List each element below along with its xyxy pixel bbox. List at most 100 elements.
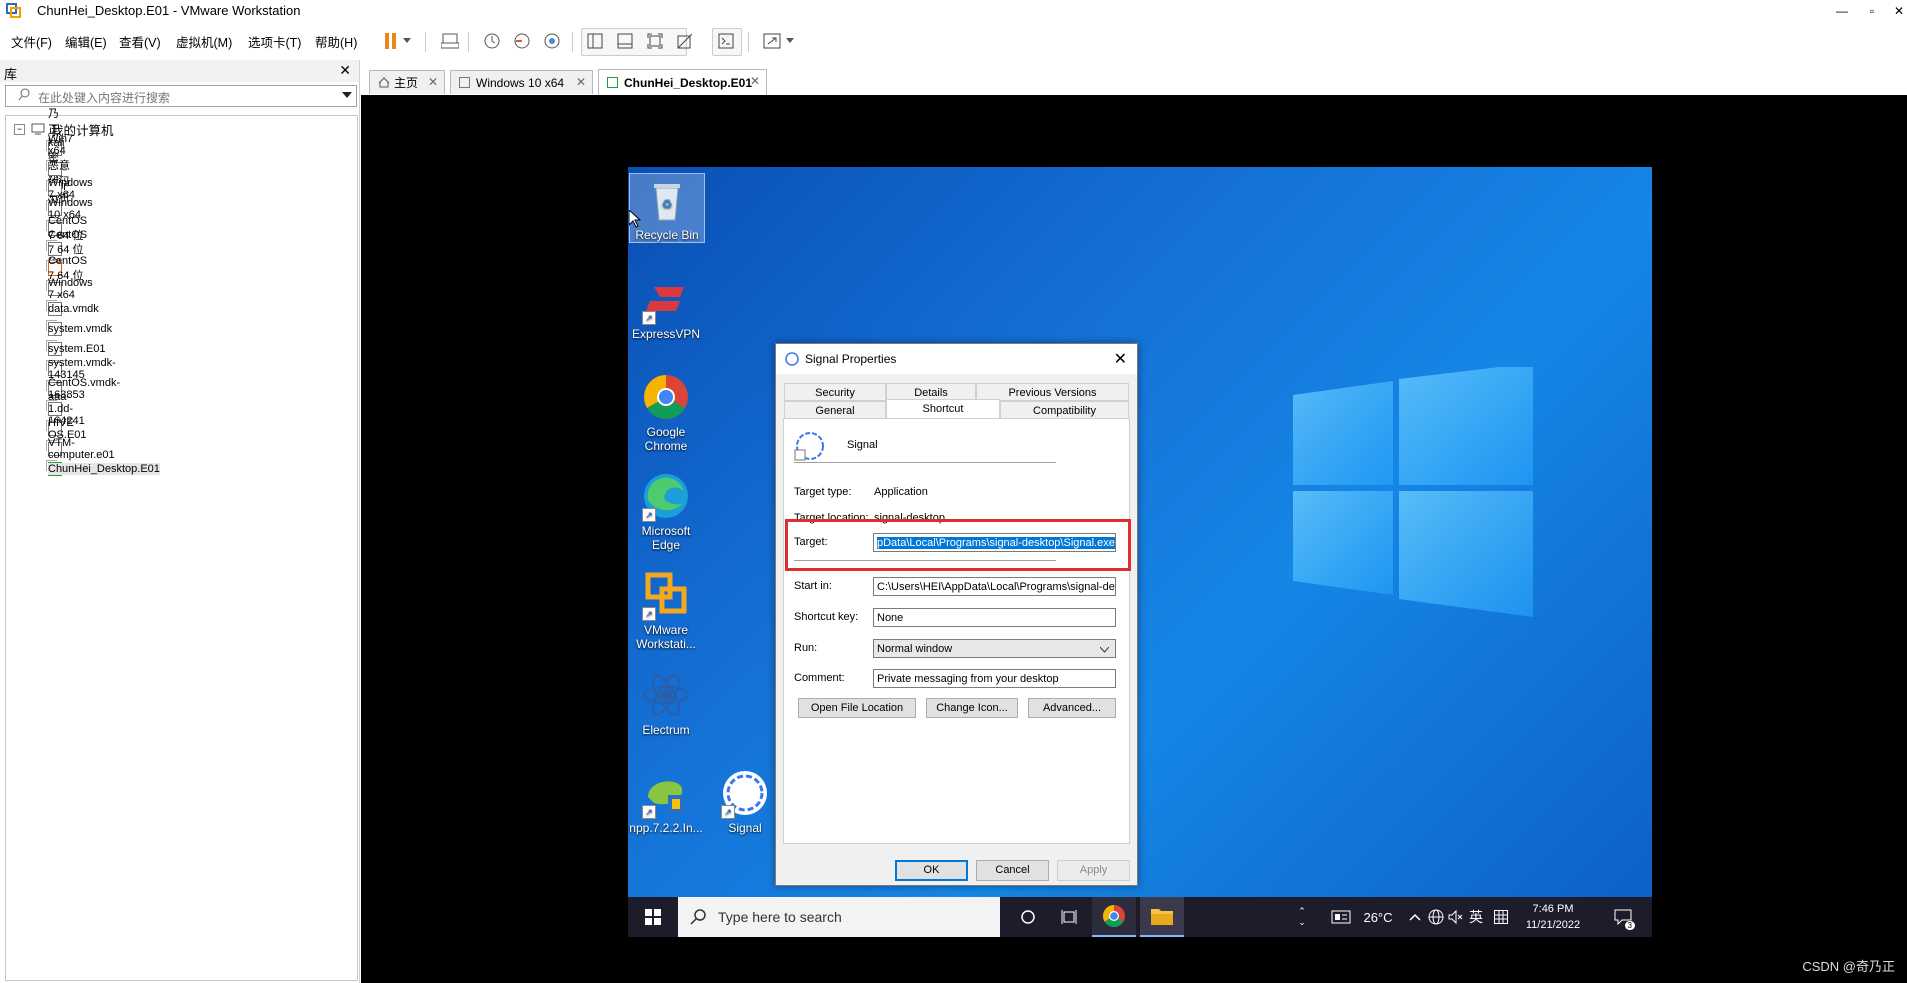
tree-item-vm[interactable]: Win7 x64 恶意代码分析 <box>46 133 73 204</box>
cortana-button[interactable] <box>1008 897 1048 937</box>
target-location-label: Target location: <box>794 512 869 524</box>
taskbar-explorer-button[interactable] <box>1140 897 1184 937</box>
tree-item-vm[interactable]: system.E01 <box>46 340 105 358</box>
tab-compatibility[interactable]: Compatibility <box>1000 401 1129 419</box>
menu-tabs[interactable]: 选项卡(T) <box>248 32 301 51</box>
search-dropdown-icon[interactable] <box>342 92 352 98</box>
tree-item-vm-selected[interactable]: ChunHei_Desktop.E01 <box>46 460 160 478</box>
taskbar-search-input[interactable]: Type here to search <box>678 897 1000 937</box>
desktop-icon-electrum[interactable]: Electrum <box>629 669 703 737</box>
tab-windows10[interactable]: Windows 10 x64 ✕ <box>450 70 593 94</box>
taskbar-chrome-button[interactable] <box>1092 897 1136 937</box>
library-search-input[interactable]: 在此处键入内容进行搜索 <box>5 85 357 107</box>
send-keys-icon[interactable] <box>439 30 461 52</box>
stretch-dropdown-icon[interactable] <box>783 30 797 52</box>
tree-item-vm[interactable]: data.vmdk <box>46 300 99 318</box>
unity-icon[interactable] <box>674 30 696 52</box>
menu-edit[interactable]: 编辑(E) <box>65 32 107 51</box>
open-file-location-button[interactable]: Open File Location <box>798 698 916 718</box>
tree-item-vm[interactable]: CentOS 7 64 位 <box>46 255 87 282</box>
stretch-guest-icon[interactable] <box>761 30 783 52</box>
snapshot-icon[interactable] <box>481 30 503 52</box>
toolbar-separator <box>748 32 749 52</box>
library-close-button[interactable]: ✕ <box>339 62 351 79</box>
cancel-button[interactable]: Cancel <box>976 860 1049 881</box>
collapse-icon[interactable]: − <box>14 123 25 135</box>
close-window-button[interactable]: ✕ <box>1884 0 1907 22</box>
desktop-icon-signal[interactable]: ↗ Signal <box>708 767 782 835</box>
dialog-close-icon[interactable]: ✕ <box>1114 349 1127 369</box>
taskbar-scroll-buttons[interactable]: ⌃ ⌄ <box>1294 897 1310 937</box>
tree-item-vm[interactable]: Windows 7 x64 <box>46 277 93 301</box>
tab-shortcut[interactable]: Shortcut <box>886 399 1000 419</box>
pause-button[interactable] <box>380 30 402 52</box>
tree-item-vm[interactable]: HIVE OS.E01 <box>46 417 87 441</box>
desktop-icon-edge[interactable]: ↗ Microsoft Edge <box>629 470 703 552</box>
temperature-readout[interactable]: 26°C <box>1358 897 1398 937</box>
home-icon <box>378 77 390 88</box>
maximize-button[interactable]: ▫ <box>1857 0 1887 22</box>
clock[interactable]: 7:46 PM 11/21/2022 <box>1518 897 1588 937</box>
run-label: Run: <box>794 642 818 654</box>
change-icon-button[interactable]: Change Icon... <box>926 698 1018 718</box>
tree-item-vm[interactable]: Windows 7 x64 <box>46 177 93 201</box>
menu-help[interactable]: 帮助(H) <box>315 32 357 51</box>
tab-close-icon[interactable]: ✕ <box>576 75 586 89</box>
notification-center-button[interactable]: 3 <box>1608 897 1638 937</box>
signal-icon: ↗ <box>719 767 771 819</box>
desktop-icon-expressvpn[interactable]: ↗ ExpressVPN <box>629 273 703 341</box>
menu-vm[interactable]: 虚拟机(M) <box>176 32 232 51</box>
tab-close-icon[interactable]: ✕ <box>428 75 438 89</box>
guest-taskbar: Type here to search ⌃ ⌄ 26°C 英 7:46 PM 11… <box>628 897 1652 937</box>
menu-view[interactable]: 查看(V) <box>119 32 161 51</box>
network-icon[interactable] <box>1426 897 1446 937</box>
tab-general[interactable]: General <box>784 401 886 419</box>
desktop-icon-vmware[interactable]: ↗ VMware Workstati... <box>629 569 703 651</box>
desktop-icon-notepadpp[interactable]: ↗ npp.7.2.2.In... <box>629 767 703 835</box>
shortcut-key-input[interactable]: None <box>873 608 1116 627</box>
console-view-icon[interactable] <box>715 30 737 52</box>
ime-grid-icon[interactable] <box>1490 897 1512 937</box>
volume-muted-icon[interactable] <box>1446 897 1466 937</box>
start-button[interactable] <box>628 897 678 937</box>
edge-icon: ↗ <box>640 470 692 522</box>
comment-input[interactable]: Private messaging from your desktop <box>873 669 1116 688</box>
search-icon <box>18 88 31 104</box>
tray-overflow-icon[interactable] <box>1406 897 1424 937</box>
advanced-button[interactable]: Advanced... <box>1028 698 1116 718</box>
start-in-input[interactable]: C:\Users\HEI\AppData\Local\Programs\sign… <box>873 577 1116 596</box>
tree-item-vm[interactable]: VTM-computer.e01 <box>46 437 115 461</box>
toolbar-separator <box>425 32 426 52</box>
snapshot-manager-icon[interactable] <box>541 30 563 52</box>
tab-close-icon[interactable]: ✕ <box>750 74 760 88</box>
power-dropdown-icon[interactable] <box>400 30 414 52</box>
run-select[interactable]: Normal window <box>873 639 1116 658</box>
tree-item-vm[interactable]: system.vmdk <box>46 320 112 338</box>
target-input[interactable]: pData\Local\Programs\signal-desktop\Sign… <box>873 533 1116 552</box>
full-screen-icon[interactable] <box>644 30 666 52</box>
thumbnail-bar-icon[interactable] <box>614 30 636 52</box>
ok-button[interactable]: OK <box>895 860 968 881</box>
show-library-icon[interactable] <box>584 30 606 52</box>
clock-time: 7:46 PM <box>1532 903 1574 915</box>
tab-security[interactable]: Security <box>784 383 886 401</box>
signal-icon <box>785 352 799 366</box>
shortcut-key-label: Shortcut key: <box>794 611 859 623</box>
desktop-icon-label: ExpressVPN <box>631 327 701 341</box>
tree-item-vm[interactable]: aaa-1.dd-164241 <box>46 391 85 427</box>
vm-icon <box>459 77 470 88</box>
minimize-button[interactable]: — <box>1827 0 1857 22</box>
news-widget-icon[interactable] <box>1324 897 1358 937</box>
task-view-button[interactable] <box>1050 897 1090 937</box>
input-method-indicator[interactable]: 英 <box>1466 897 1486 937</box>
tree-item-vm[interactable]: system.vmdk-143145 <box>46 357 116 381</box>
tab-chunhei-desktop[interactable]: ChunHei_Desktop.E01 ✕ <box>598 69 767 95</box>
menu-file[interactable]: 文件(F) <box>11 32 52 51</box>
tab-home[interactable]: 主页 ✕ <box>369 70 445 94</box>
revert-snapshot-icon[interactable] <box>511 30 533 52</box>
desktop-icon-recycle-bin[interactable]: ♻ Recycle Bin <box>629 173 705 243</box>
signal-app-icon <box>794 432 824 461</box>
target-type-value: Application <box>874 486 928 498</box>
apply-button[interactable]: Apply <box>1057 860 1130 881</box>
desktop-icon-chrome[interactable]: Google Chrome <box>629 371 703 453</box>
